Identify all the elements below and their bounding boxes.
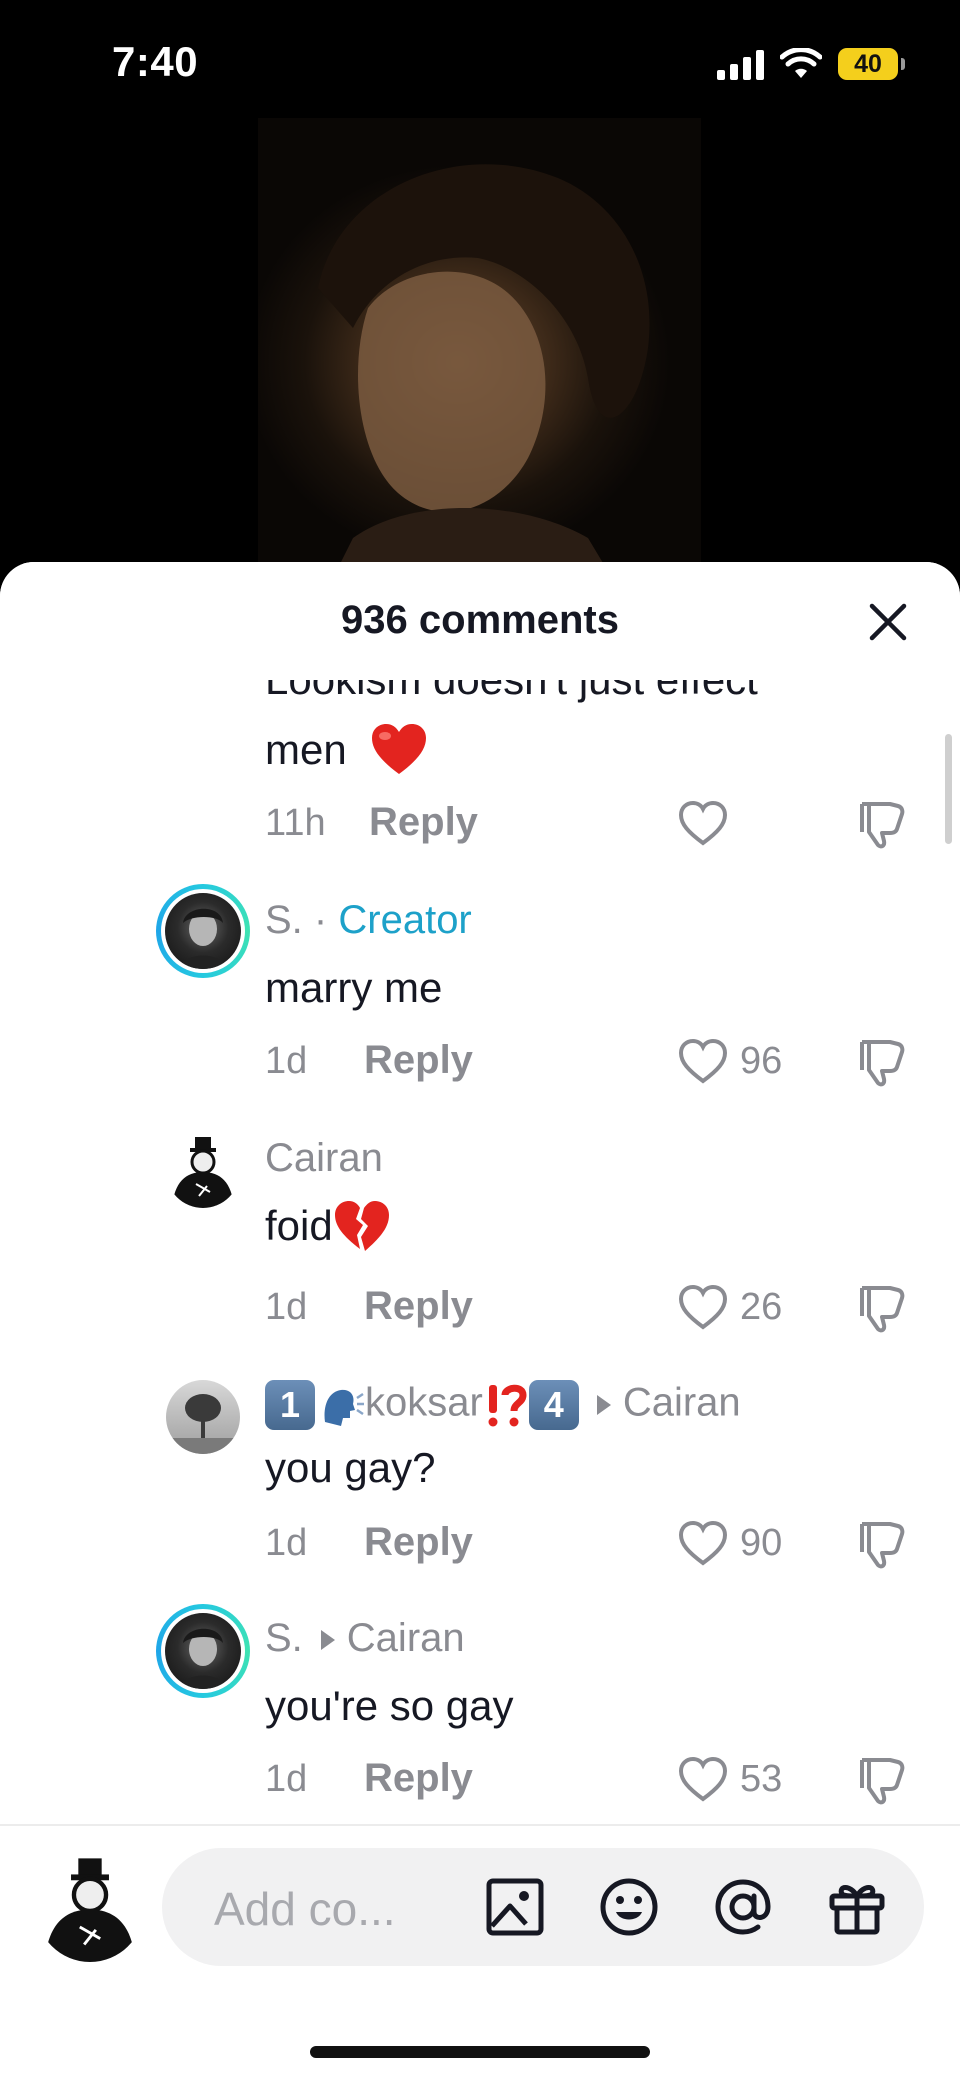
- reply-to-username[interactable]: Cairan: [347, 1616, 465, 1660]
- gift-icon[interactable]: [826, 1876, 888, 1938]
- comment-text: you're so gay: [265, 1682, 514, 1729]
- emoji-icon[interactable]: [598, 1876, 660, 1938]
- reply-button[interactable]: Reply: [369, 800, 478, 845]
- like-count: 26: [740, 1286, 783, 1328]
- dislike-icon[interactable]: [852, 1280, 908, 1336]
- reply-button[interactable]: Reply: [364, 1038, 473, 1083]
- home-indicator[interactable]: [310, 2046, 650, 2058]
- comment-input-bar: Add co...: [0, 1824, 960, 2079]
- comments-sheet: Lookism doesn't just effect men 11h Repl…: [0, 562, 960, 2079]
- comment-input-placeholder: Add co...: [214, 1883, 396, 1935]
- like-icon[interactable]: [676, 796, 730, 850]
- user-avatar[interactable]: [166, 1380, 240, 1454]
- dislike-icon[interactable]: [852, 1034, 908, 1090]
- reply-arrow-icon: [596, 1395, 611, 1415]
- like-icon[interactable]: [676, 1516, 730, 1570]
- like-count: 90: [740, 1522, 783, 1564]
- username[interactable]: S.: [265, 1616, 303, 1660]
- video-portrait-art: [318, 164, 650, 588]
- reply-button[interactable]: Reply: [364, 1520, 473, 1565]
- comment-time: 1d: [265, 1286, 308, 1328]
- user-avatar[interactable]: [166, 1134, 240, 1208]
- creator-avatar[interactable]: [156, 884, 250, 978]
- heart-emoji: [372, 723, 427, 774]
- comment-time: 1d: [265, 1040, 308, 1082]
- comment-time: 11h: [265, 802, 326, 844]
- cellular-signal-icon: [717, 48, 764, 80]
- close-icon[interactable]: [864, 598, 912, 646]
- avatar-image: [172, 1137, 234, 1208]
- video-thumbnail[interactable]: [258, 118, 701, 588]
- speaking-head-emoji: [324, 1389, 364, 1426]
- username[interactable]: koksar: [365, 1381, 483, 1425]
- battery-icon: 40: [838, 48, 905, 80]
- comment-count-title: 936 comments: [341, 598, 619, 642]
- avatar-image: [44, 1858, 136, 1962]
- wifi-icon: [780, 48, 822, 78]
- avatar-image: [179, 1628, 227, 1689]
- status-icons: 40: [717, 44, 905, 84]
- broken-heart-emoji: [334, 1200, 389, 1251]
- separator: ·: [313, 898, 328, 942]
- like-icon[interactable]: [676, 1280, 730, 1334]
- dislike-icon[interactable]: [852, 1752, 908, 1808]
- exclamation-question-emoji: [488, 1384, 527, 1427]
- comment-list[interactable]: Lookism doesn't just effect men 11h Repl…: [0, 562, 960, 1827]
- sheet-header: 936 comments: [0, 562, 960, 678]
- my-avatar[interactable]: [36, 1854, 144, 1962]
- like-icon[interactable]: [676, 1752, 730, 1806]
- like-count: 53: [740, 1758, 783, 1800]
- keycap-badge: 4: [528, 1380, 579, 1430]
- reply-to-username[interactable]: Cairan: [623, 1381, 741, 1425]
- comment-time: 1d: [265, 1758, 308, 1800]
- comment-text-row: foid: [265, 1200, 391, 1253]
- creator-badge: Creator: [338, 898, 472, 942]
- battery-level: 40: [854, 49, 882, 78]
- reply-button[interactable]: Reply: [364, 1284, 473, 1329]
- comment-username: S. Cairan: [265, 1616, 465, 1661]
- comment-text: men: [265, 726, 347, 773]
- reply-button[interactable]: Reply: [364, 1756, 473, 1801]
- status-bar: 7:40 40: [0, 0, 960, 120]
- comment-input[interactable]: Add co...: [162, 1848, 924, 1966]
- avatar-image: [179, 908, 227, 969]
- comment-text: marry me: [265, 964, 443, 1011]
- username[interactable]: S.: [265, 898, 303, 942]
- keycap-badge: 1: [265, 1380, 315, 1430]
- scrollbar[interactable]: [945, 734, 952, 844]
- comment-text-line2: men: [265, 723, 428, 776]
- creator-avatar[interactable]: [156, 1604, 250, 1698]
- avatar-image: [166, 1394, 240, 1454]
- like-count: 96: [740, 1040, 783, 1082]
- like-icon[interactable]: [676, 1034, 730, 1088]
- mention-icon[interactable]: [712, 1876, 774, 1938]
- comment-text: you gay?: [265, 1444, 436, 1491]
- status-time: 7:40: [112, 38, 199, 85]
- reply-arrow-icon: [320, 1630, 335, 1651]
- comment-time: 1d: [265, 1522, 308, 1564]
- dislike-icon[interactable]: [852, 796, 908, 852]
- image-icon[interactable]: [484, 1876, 546, 1938]
- dislike-icon[interactable]: [852, 1516, 908, 1572]
- comment-text: foid: [265, 1202, 333, 1249]
- comment-username: 1 koksar 4 Cairan: [265, 1380, 741, 1430]
- comment-username: S. · Creator: [265, 898, 472, 943]
- comment-username[interactable]: Cairan: [265, 1136, 383, 1181]
